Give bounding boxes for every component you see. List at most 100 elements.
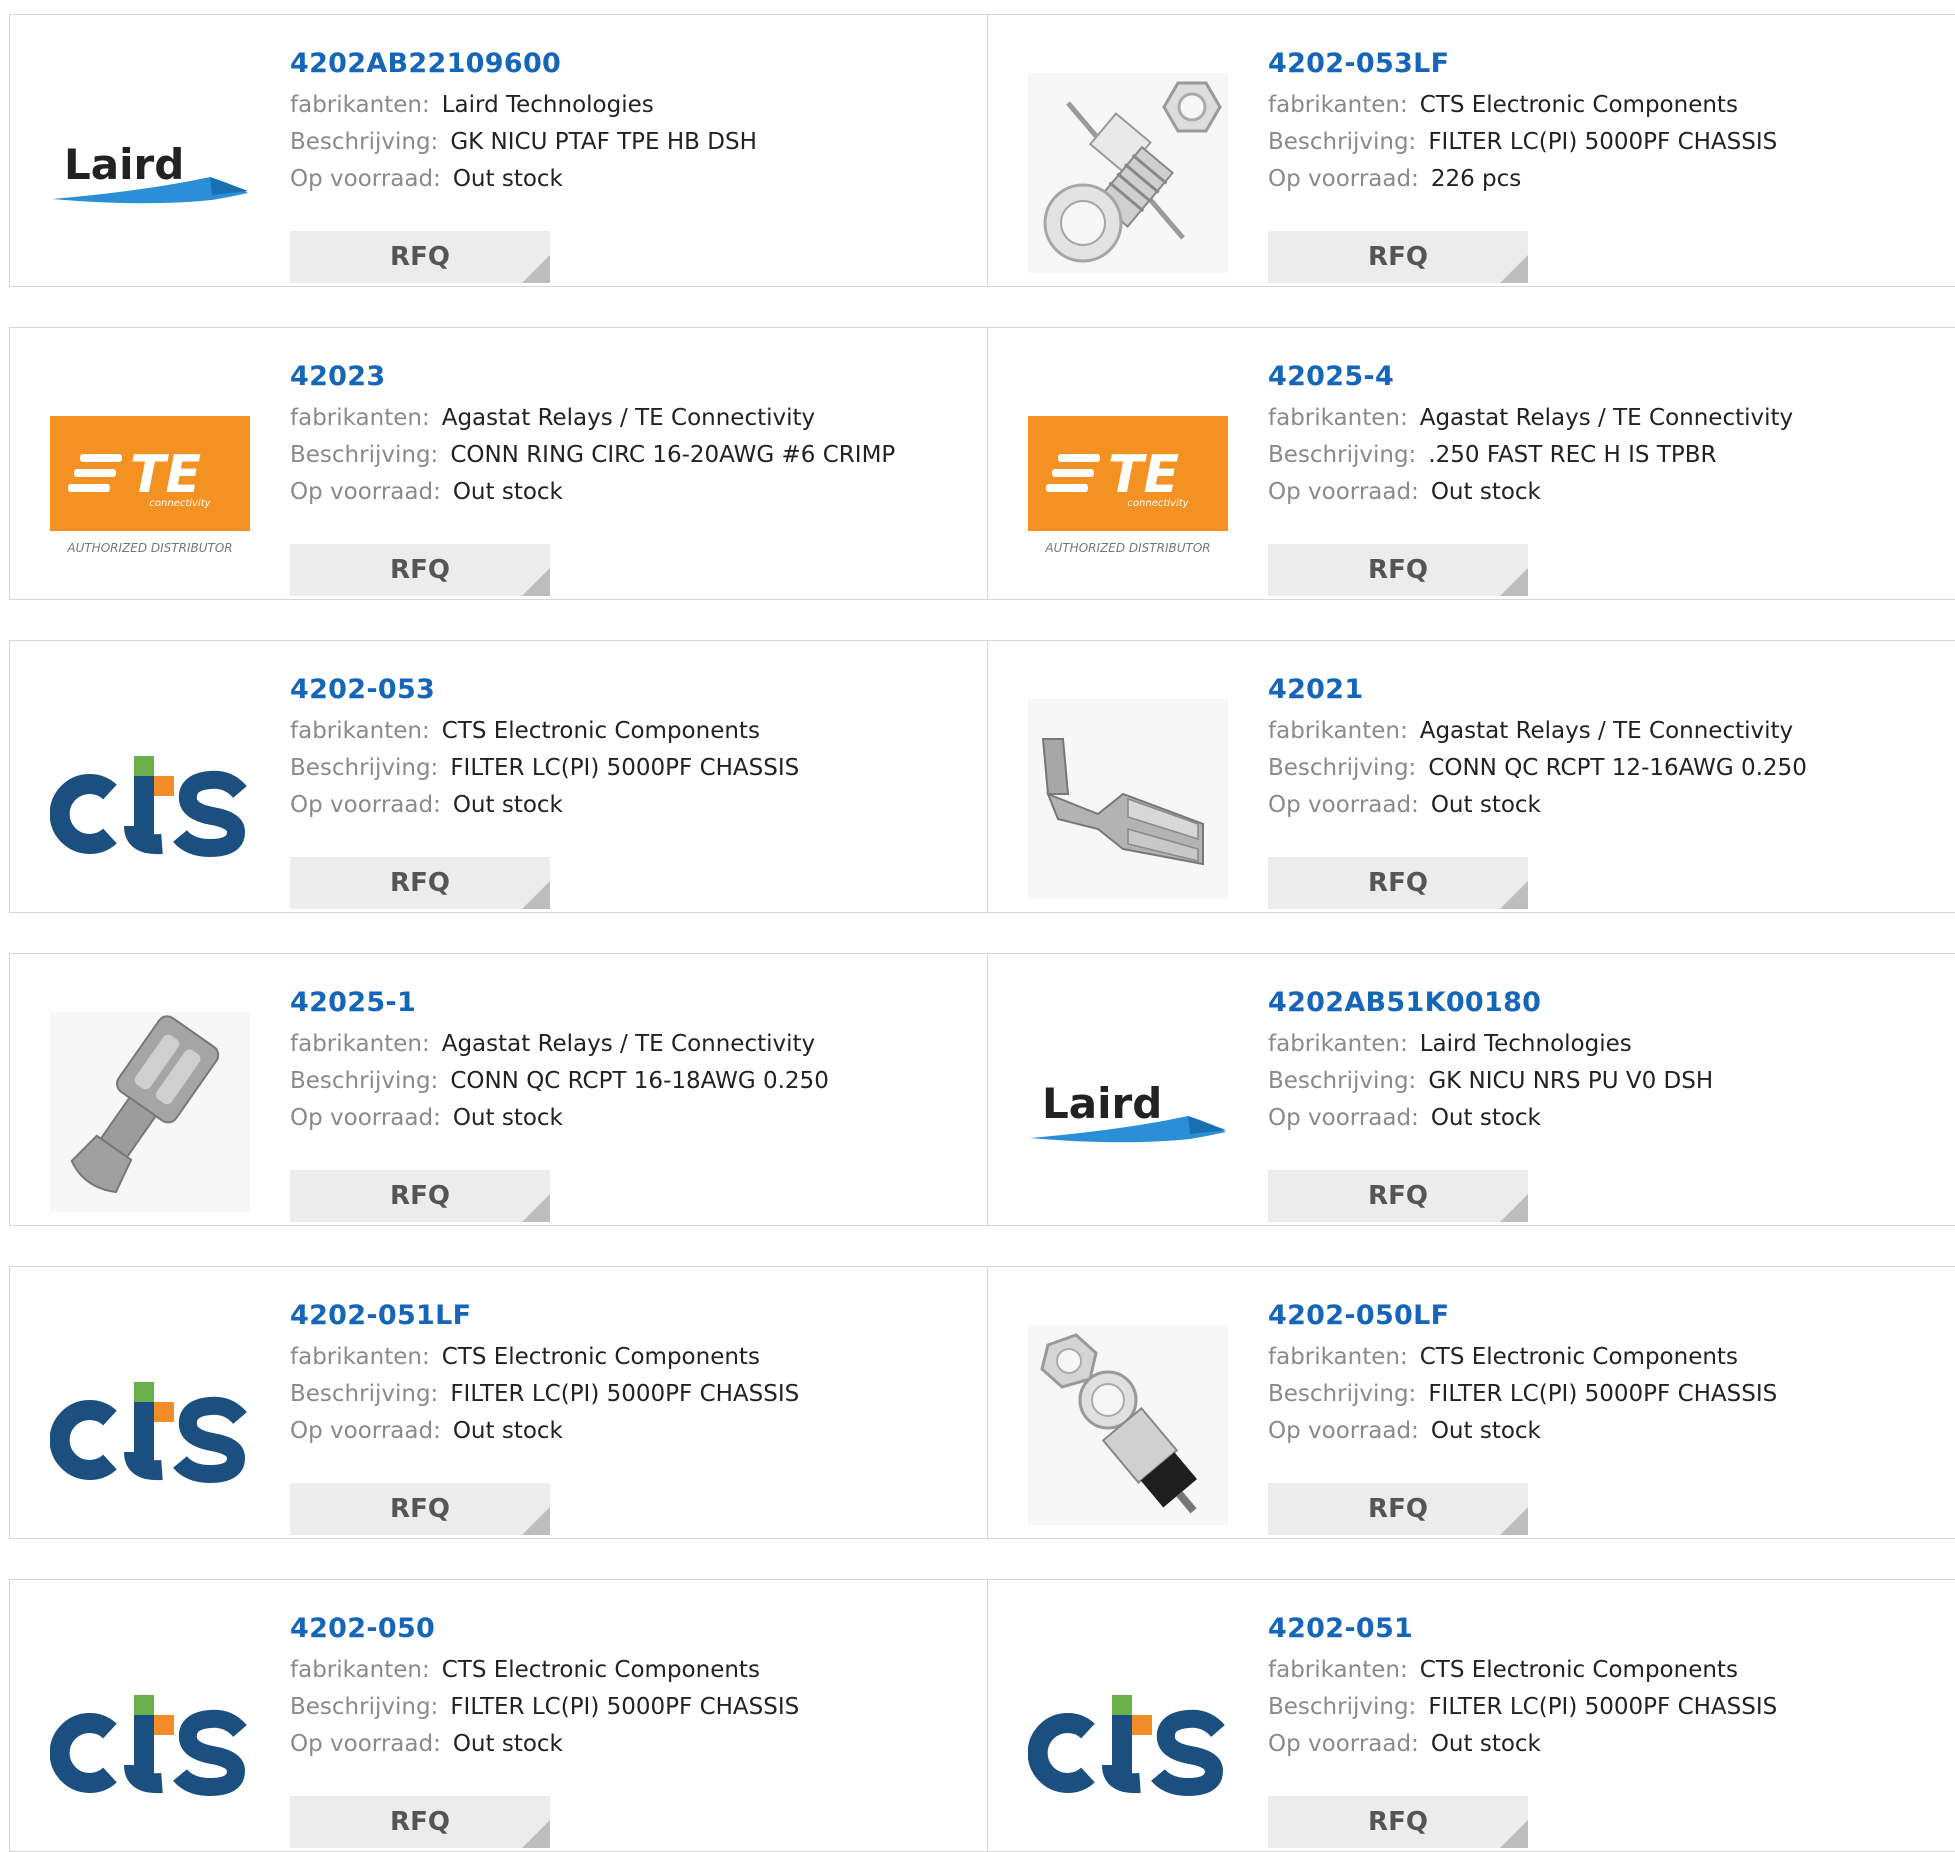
manufacturer-value: CTS Electronic Components — [441, 1344, 760, 1370]
rfq-button[interactable]: RFQ — [290, 231, 550, 283]
description-value: GK NICU NRS PU V0 DSH — [1428, 1068, 1714, 1094]
description-label: Beschrijving: — [1268, 1068, 1417, 1094]
stock-label: Op voorraad: — [290, 479, 441, 505]
stock-label: Op voorraad: — [1268, 792, 1419, 818]
product-info: 42025-4 fabrikanten: Agastat Relays / TE C… — [1268, 354, 1794, 596]
manufacturer-label: fabrikanten: — [290, 1344, 430, 1370]
part-number-link[interactable]: 4202-051 — [1268, 1606, 1777, 1652]
filter-with-washer-photo[interactable] — [1028, 1325, 1228, 1525]
stock-label: Op voorraad: — [1268, 1418, 1419, 1444]
product-info: 42025-1 fabrikanten: Agastat Relays / TE C… — [290, 980, 829, 1222]
rfq-button[interactable]: RFQ — [1268, 1796, 1528, 1848]
part-number-link[interactable]: 42025-1 — [290, 980, 829, 1026]
receptacle-photo[interactable] — [50, 1012, 250, 1212]
manufacturer-label: fabrikanten: — [1268, 405, 1408, 431]
manufacturer-line: fabrikanten: Laird Technologies — [1268, 1026, 1713, 1063]
rfq-button[interactable]: RFQ — [1268, 1170, 1528, 1222]
rfq-label: RFQ — [390, 1807, 450, 1837]
description-label: Beschrijving: — [290, 1694, 439, 1720]
part-number-link[interactable]: 42023 — [290, 354, 895, 400]
manufacturer-line: fabrikanten: CTS Electronic Components — [290, 1339, 799, 1376]
part-number-link[interactable]: 42025-4 — [1268, 354, 1793, 400]
product-card: Laird 4202AB22109600 fabrikanten: Laird Te… — [10, 15, 987, 286]
product-card: 4202-050 fabrikanten: CTS Electronic Compo… — [10, 1580, 987, 1851]
part-number-link[interactable]: 4202-050LF — [1268, 1293, 1777, 1339]
svg-text:connectivity: connectivity — [149, 498, 211, 509]
product-card: TE connectivity AUTHORIZED DISTRIBUTOR 4… — [10, 328, 987, 599]
manufacturer-label: fabrikanten: — [1268, 718, 1408, 744]
stock-label: Op voorraad: — [1268, 1731, 1419, 1757]
manufacturer-value: Agastat Relays / TE Connectivity — [1419, 405, 1794, 431]
description-line: Beschrijving: FILTER LC(PI) 5000PF CHASSI… — [1268, 1689, 1777, 1726]
quick-connect-photo[interactable] — [1028, 699, 1228, 899]
stock-value: Out stock — [1430, 479, 1541, 505]
description-value: FILTER LC(PI) 5000PF CHASSIS — [1428, 1694, 1778, 1720]
stock-value: 226 pcs — [1430, 166, 1522, 192]
part-number-link[interactable]: 4202AB22109600 — [290, 41, 757, 87]
rfq-button[interactable]: RFQ — [1268, 1483, 1528, 1535]
filter-with-nut-photo[interactable] — [1028, 73, 1228, 273]
product-row: 4202-051LF fabrikanten: CTS Electronic Com… — [9, 1266, 1955, 1539]
stock-line: Op voorraad: Out stock — [1268, 1100, 1713, 1137]
rfq-button[interactable]: RFQ — [1268, 544, 1528, 596]
rfq-label: RFQ — [1368, 242, 1428, 272]
corner-fold-icon — [1500, 1507, 1528, 1535]
laird-logo[interactable]: Laird — [1028, 1012, 1228, 1212]
corner-fold-icon — [522, 1820, 550, 1848]
rfq-label: RFQ — [390, 1494, 450, 1524]
rfq-button[interactable]: RFQ — [290, 1170, 550, 1222]
rfq-button[interactable]: RFQ — [290, 1483, 550, 1535]
manufacturer-line: fabrikanten: CTS Electronic Components — [290, 1652, 799, 1689]
product-info: 4202-051 fabrikanten: CTS Electronic Compo… — [1268, 1606, 1777, 1848]
laird-logo[interactable]: Laird — [50, 73, 250, 273]
description-line: Beschrijving: FILTER LC(PI) 5000PF CHASSI… — [290, 1689, 799, 1726]
part-number-link[interactable]: 4202-050 — [290, 1606, 799, 1652]
description-label: Beschrijving: — [1268, 442, 1417, 468]
description-value: .250 FAST REC H IS TPBR — [1428, 442, 1717, 468]
svg-text:Laird: Laird — [64, 140, 184, 189]
manufacturer-label: fabrikanten: — [290, 405, 430, 431]
manufacturer-label: fabrikanten: — [1268, 92, 1408, 118]
stock-line: Op voorraad: Out stock — [290, 1413, 799, 1450]
part-number-link[interactable]: 4202-051LF — [290, 1293, 799, 1339]
manufacturer-line: fabrikanten: Agastat Relays / TE Connecti… — [290, 1026, 829, 1063]
rfq-button[interactable]: RFQ — [1268, 857, 1528, 909]
manufacturer-value: CTS Electronic Components — [1419, 1344, 1738, 1370]
stock-value: Out stock — [452, 1731, 563, 1757]
rfq-button[interactable]: RFQ — [290, 544, 550, 596]
manufacturer-value: CTS Electronic Components — [1419, 92, 1738, 118]
manufacturer-label: fabrikanten: — [290, 92, 430, 118]
description-line: Beschrijving: CONN QC RCPT 12-16AWG 0.250 — [1268, 750, 1807, 787]
te-logo[interactable]: TE connectivity AUTHORIZED DISTRIBUTOR — [50, 386, 250, 586]
rfq-button[interactable]: RFQ — [290, 1796, 550, 1848]
part-number-link[interactable]: 4202AB51K00180 — [1268, 980, 1713, 1026]
corner-fold-icon — [1500, 255, 1528, 283]
cts-logo[interactable] — [50, 699, 250, 899]
rfq-button[interactable]: RFQ — [290, 857, 550, 909]
rfq-label: RFQ — [390, 868, 450, 898]
product-card: 4202-053LF fabrikanten: CTS Electronic Com… — [987, 15, 1955, 286]
stock-value: Out stock — [452, 1418, 563, 1444]
stock-line: Op voorraad: Out stock — [290, 1100, 829, 1137]
stock-label: Op voorraad: — [290, 792, 441, 818]
part-number-link[interactable]: 42021 — [1268, 667, 1807, 713]
manufacturer-line: fabrikanten: CTS Electronic Components — [290, 713, 799, 750]
stock-line: Op voorraad: Out stock — [1268, 474, 1793, 511]
stock-label: Op voorraad: — [290, 1105, 441, 1131]
manufacturer-value: Agastat Relays / TE Connectivity — [1419, 718, 1794, 744]
part-number-link[interactable]: 4202-053 — [290, 667, 799, 713]
description-line: Beschrijving: GK NICU PTAF TPE HB DSH — [290, 124, 757, 161]
cts-logo[interactable] — [1028, 1638, 1228, 1838]
manufacturer-label: fabrikanten: — [290, 718, 430, 744]
description-label: Beschrijving: — [290, 1068, 439, 1094]
description-label: Beschrijving: — [1268, 1381, 1417, 1407]
stock-line: Op voorraad: Out stock — [1268, 1726, 1777, 1763]
corner-fold-icon — [522, 881, 550, 909]
rfq-button[interactable]: RFQ — [1268, 231, 1528, 283]
cts-logo[interactable] — [50, 1325, 250, 1525]
part-number-link[interactable]: 4202-053LF — [1268, 41, 1777, 87]
cts-logo[interactable] — [50, 1638, 250, 1838]
te-logo[interactable]: TE connectivity AUTHORIZED DISTRIBUTOR — [1028, 386, 1228, 586]
product-card: 4202-050LF fabrikanten: CTS Electronic Com… — [987, 1267, 1955, 1538]
stock-value: Out stock — [1430, 792, 1541, 818]
